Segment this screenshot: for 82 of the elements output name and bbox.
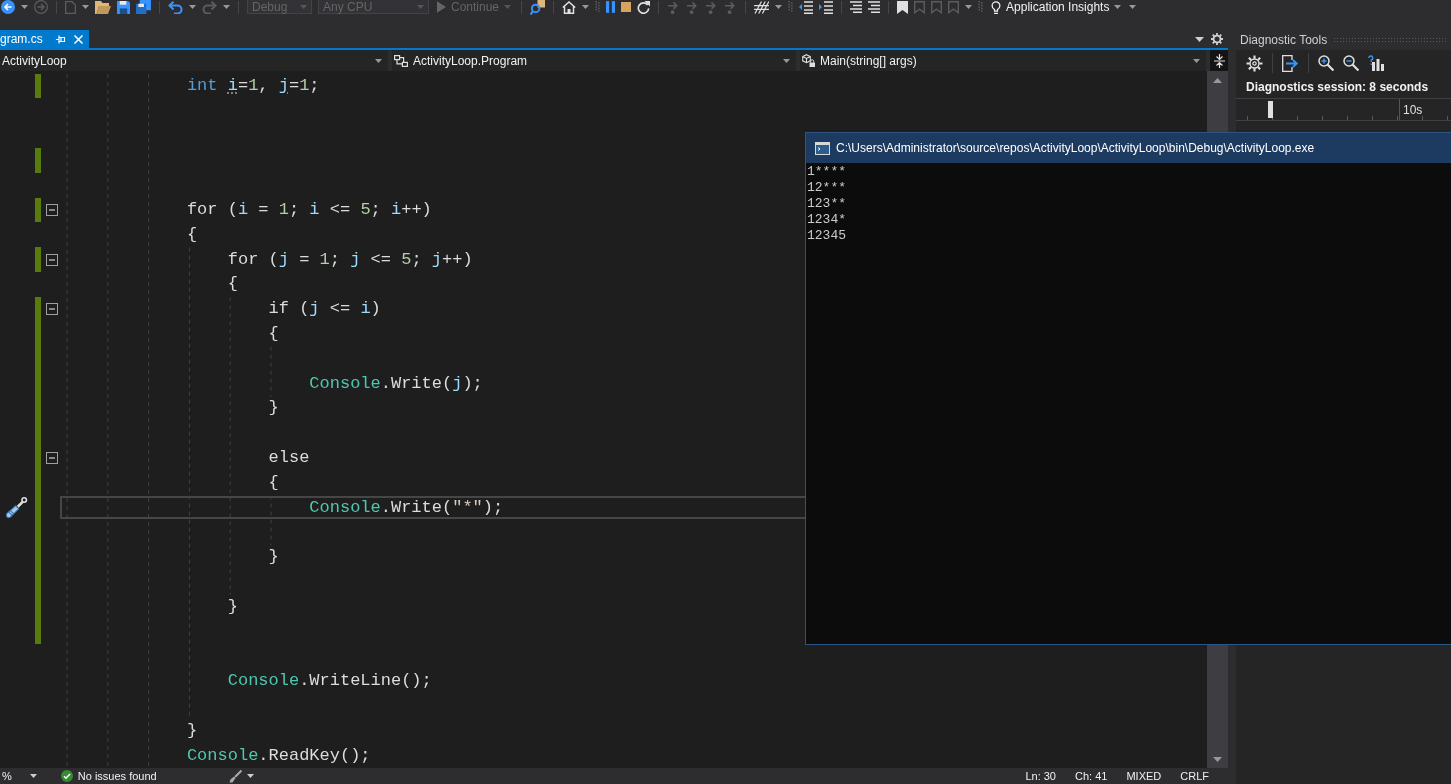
bar-chart-icon[interactable] (1368, 55, 1384, 71)
line-indicator: Ln: 30 (1025, 770, 1056, 782)
scroll-down-icon[interactable] (1213, 757, 1222, 762)
whitespace-indicator[interactable]: MIXED (1126, 770, 1162, 782)
split-button[interactable] (1210, 50, 1228, 71)
caret-icon[interactable] (965, 5, 973, 9)
split-icon (1213, 53, 1225, 68)
console-output-line: 123** (807, 196, 846, 212)
gripper-icon[interactable] (788, 1, 794, 13)
scrollbar[interactable] (1207, 645, 1228, 768)
gripper-icon[interactable] (595, 1, 601, 13)
caret-icon[interactable] (1195, 36, 1204, 42)
window-title: C:\Users\Administrator\source\repos\ActivityLoop\ActivityLoop\bin\Debug\ActivityLoop.exe (836, 141, 1315, 155)
column-indicator: Ch: 41 (1075, 770, 1108, 782)
issues-indicator[interactable]: No issues found (60, 768, 157, 784)
zoom-dropdown[interactable]: % (0, 768, 37, 784)
console-output-line: 12345 (807, 228, 846, 244)
search-icon[interactable] (530, 0, 546, 15)
check-circle-icon (60, 770, 73, 782)
export-icon[interactable] (1282, 54, 1299, 72)
brush-icon[interactable] (228, 769, 242, 783)
time-label: 10s (1399, 99, 1423, 120)
pause-icon[interactable] (606, 1, 616, 13)
code-line: for (j = 1; j <= 5; j++) (227, 249, 473, 270)
text-lines-icon[interactable] (868, 1, 881, 13)
close-icon[interactable] (73, 34, 83, 44)
document-tab[interactable]: gram.cs (0, 30, 89, 48)
cube-icon (802, 54, 815, 67)
folder-icon[interactable] (95, 0, 111, 14)
gripper-icon[interactable] (978, 1, 984, 13)
text-lines-icon[interactable] (850, 1, 863, 13)
line-ending-indicator[interactable]: CRLF (1180, 770, 1209, 782)
caret-icon[interactable] (775, 5, 783, 9)
console-output-line: 1**** (807, 164, 846, 180)
caret-icon[interactable] (29, 774, 37, 778)
scroll-up-icon[interactable] (1213, 78, 1222, 83)
indent-icon[interactable] (819, 0, 834, 14)
scrollbar[interactable] (1207, 71, 1228, 132)
code-line: Console.Write(j); (309, 373, 483, 394)
code-line: Console.Write("*"); (309, 497, 504, 518)
code-line: if (j <= i) (268, 299, 381, 320)
zoom-out-icon[interactable] (1343, 55, 1359, 71)
collapse-icon[interactable] (46, 253, 58, 266)
pin-icon[interactable] (55, 34, 66, 44)
undo-icon[interactable] (168, 0, 183, 14)
code-line: Console.WriteLine(); (227, 671, 432, 692)
save-all-icon[interactable] (136, 0, 151, 14)
bookmark-icon[interactable] (897, 0, 909, 14)
zoom-in-icon[interactable] (1318, 55, 1334, 71)
caret-icon[interactable] (783, 58, 790, 63)
stop-icon[interactable] (621, 2, 632, 12)
collapse-icon[interactable] (46, 303, 58, 316)
caret-icon[interactable] (582, 5, 590, 9)
settings-icon[interactable] (1246, 54, 1263, 72)
console-icon (815, 141, 830, 155)
restart-icon[interactable] (637, 0, 651, 14)
caret-icon[interactable] (1193, 58, 1200, 63)
settings-icon[interactable] (1211, 33, 1223, 45)
session-duration: Diagnostics session: 8 seconds (1245, 79, 1430, 96)
home-icon[interactable] (562, 0, 577, 14)
caret-icon[interactable] (21, 5, 28, 9)
back-arrow-icon[interactable] (1, 0, 15, 14)
console-output-line: 12*** (807, 180, 846, 196)
code-line: else (268, 447, 310, 468)
timeline-ruler[interactable]: 10s (1236, 98, 1451, 121)
collapse-icon[interactable] (46, 451, 58, 464)
caret-icon[interactable] (375, 58, 382, 63)
save-icon[interactable] (117, 0, 130, 14)
lightbulb-icon[interactable] (991, 0, 1002, 14)
panel-title: Diagnostic Tools (1240, 33, 1328, 47)
caret-icon[interactable] (246, 774, 254, 778)
toolbar-button[interactable]: Application Insights (989, 0, 1124, 14)
screwdriver-icon[interactable] (6, 496, 28, 519)
hatch-icon[interactable] (754, 0, 770, 14)
console-output-line: 1234* (807, 212, 846, 228)
class-icon (394, 54, 408, 67)
caret-icon[interactable] (82, 5, 89, 9)
caret-icon[interactable] (189, 5, 196, 9)
indent-icon[interactable] (799, 0, 814, 14)
caret-icon[interactable] (223, 5, 230, 9)
time-marker[interactable] (1268, 101, 1273, 118)
collapse-icon[interactable] (46, 203, 58, 216)
